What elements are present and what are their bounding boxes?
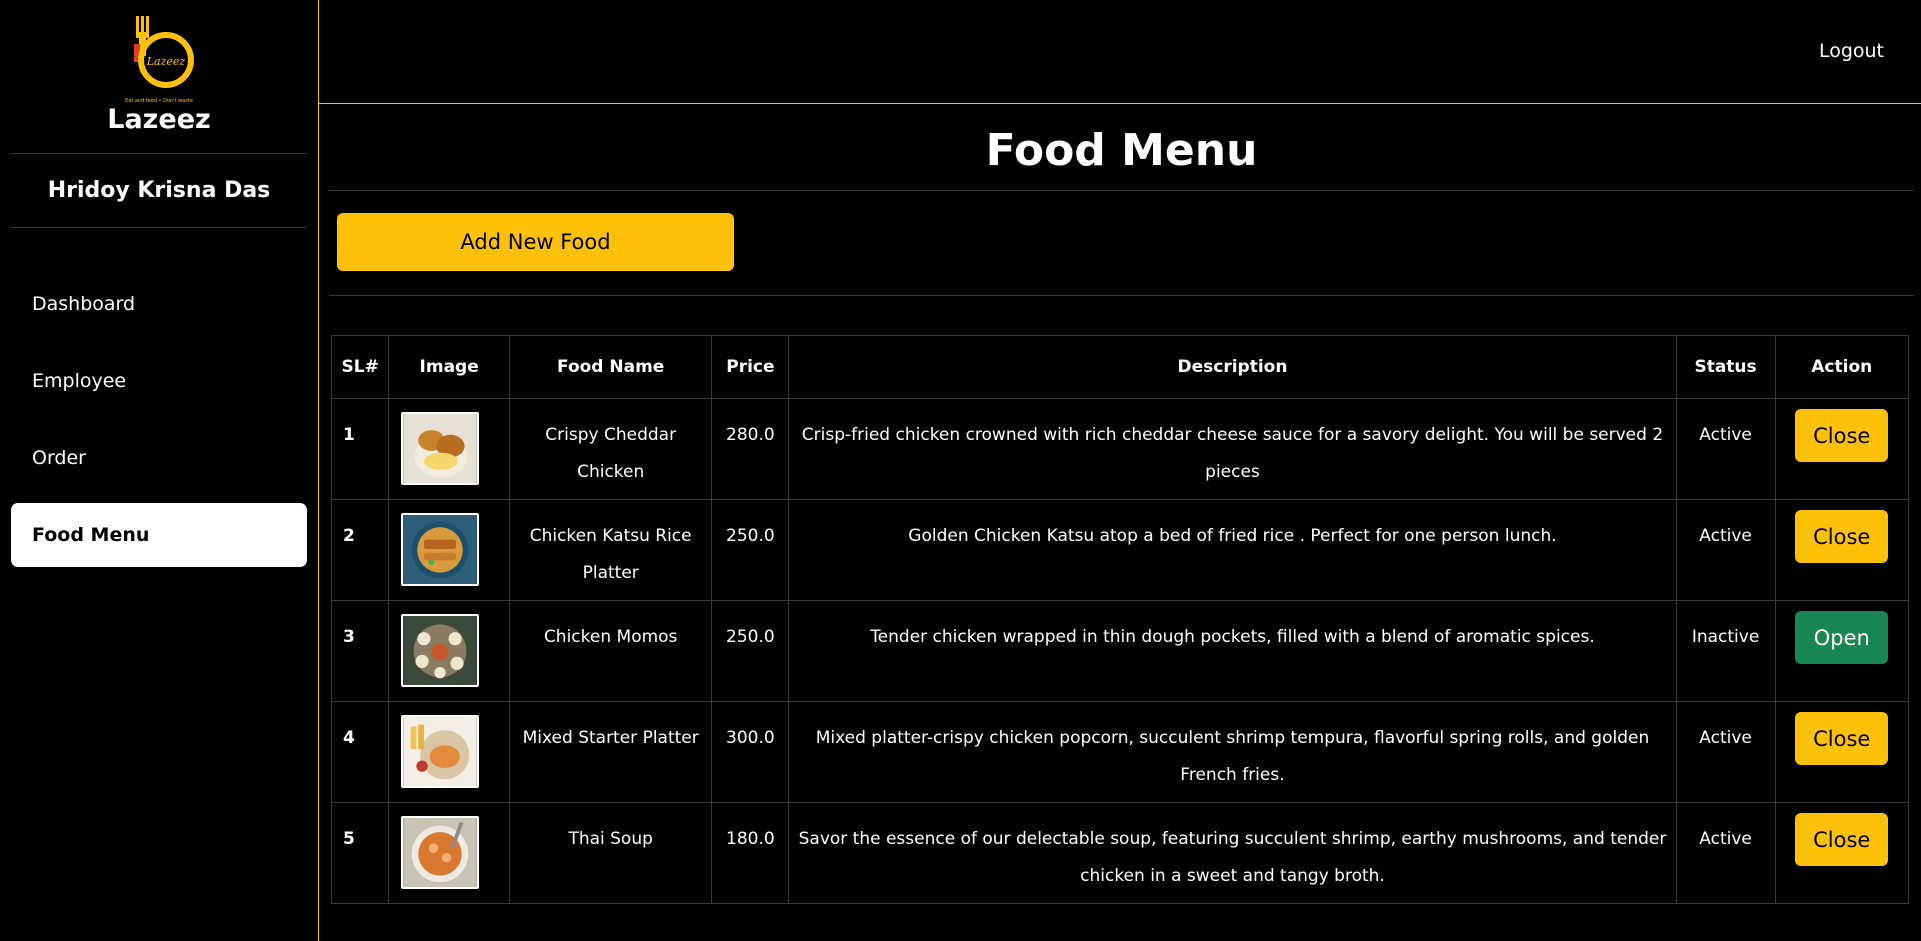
sidebar: Lazeez Eat and feed • Don't waste Lazeez… — [0, 0, 319, 941]
row-action-cell: Close — [1774, 802, 1910, 904]
row-food-name: Mixed Starter Platter — [508, 701, 713, 803]
row-image-cell — [388, 398, 510, 500]
row-description: Mixed platter-crispy chicken popcorn, su… — [788, 701, 1677, 803]
food-thumbnail-image — [401, 715, 480, 788]
brand: Lazeez Eat and feed • Don't waste Lazeez — [0, 0, 318, 153]
close-button[interactable]: Close — [1795, 510, 1889, 563]
row-description: Savor the essence of our delectable soup… — [788, 802, 1677, 904]
logout-link[interactable]: Logout — [1819, 40, 1884, 62]
brand-name: Lazeez — [107, 104, 211, 135]
row-status: Active — [1675, 802, 1776, 904]
row-image-cell — [388, 600, 510, 702]
row-price: 280.0 — [711, 398, 790, 500]
row-price: 300.0 — [711, 701, 790, 803]
row-price: 180.0 — [711, 802, 790, 904]
row-price: 250.0 — [711, 499, 790, 601]
table-header-row: SL# Image Food Name Price Description St… — [330, 335, 1910, 399]
row-price: 250.0 — [711, 600, 790, 702]
row-food-name: Chicken Momos — [508, 600, 713, 702]
food-thumbnail-image — [401, 412, 480, 485]
column-header-description: Description — [788, 335, 1677, 399]
row-action-cell: Close — [1774, 398, 1910, 500]
row-food-name: Crispy Cheddar Chicken — [508, 398, 713, 500]
row-food-name: Thai Soup — [508, 802, 713, 904]
food-menu-table: SL# Image Food Name Price Description St… — [330, 335, 1910, 904]
table-row: 2 Chicken Katsu Rice Platter 250.0 Golde… — [330, 499, 1910, 601]
row-description: Crisp-fried chicken crowned with rich ch… — [788, 398, 1677, 500]
toolbar: Add New Food — [329, 191, 1914, 296]
column-header-price: Price — [711, 335, 790, 399]
column-header-sl: SL# — [330, 335, 390, 399]
sidebar-item-order[interactable]: Order — [11, 426, 307, 490]
row-sl: 5 — [330, 802, 390, 904]
row-sl: 3 — [330, 600, 390, 702]
sidebar-item-dashboard[interactable]: Dashboard — [11, 272, 307, 336]
table-row: 5 Thai Soup 180.0 Savor the essence of o… — [330, 802, 1910, 904]
row-image-cell — [388, 802, 510, 904]
column-header-food-name: Food Name — [508, 335, 713, 399]
row-image-cell — [388, 701, 510, 803]
main-content: Food Menu Add New Food SL# Image Food Na… — [329, 104, 1914, 904]
close-button[interactable]: Close — [1795, 712, 1889, 765]
row-sl: 2 — [330, 499, 390, 601]
row-status: Inactive — [1675, 600, 1776, 702]
row-description: Tender chicken wrapped in thin dough poc… — [788, 600, 1677, 702]
sidebar-item-food-menu[interactable]: Food Menu — [11, 503, 307, 567]
column-header-status: Status — [1675, 335, 1776, 399]
lazeez-logo[interactable]: Lazeez Eat and feed • Don't waste — [114, 14, 204, 106]
add-new-food-button[interactable]: Add New Food — [337, 213, 734, 271]
open-button[interactable]: Open — [1795, 611, 1889, 664]
table-row: 1 Crispy Cheddar Chicken 280.0 Crisp-fri… — [330, 398, 1910, 500]
sidebar-item-employee[interactable]: Employee — [11, 349, 307, 413]
row-sl: 1 — [330, 398, 390, 500]
row-image-cell — [388, 499, 510, 601]
row-sl: 4 — [330, 701, 390, 803]
row-action-cell: Close — [1774, 499, 1910, 601]
page-title: Food Menu — [329, 104, 1914, 191]
row-status: Active — [1675, 701, 1776, 803]
row-food-name: Chicken Katsu Rice Platter — [508, 499, 713, 601]
row-status: Active — [1675, 398, 1776, 500]
food-thumbnail-image — [401, 816, 480, 889]
food-thumbnail-image — [401, 614, 480, 687]
close-button[interactable]: Close — [1795, 813, 1889, 866]
table-row: 3 Chicken Momos 250.0 Tender chicken wra… — [330, 600, 1910, 702]
divider — [11, 227, 307, 228]
column-header-image: Image — [388, 335, 510, 399]
svg-text:Lazeez: Lazeez — [146, 55, 186, 68]
row-status: Active — [1675, 499, 1776, 601]
column-header-action: Action — [1774, 335, 1910, 399]
table-row: 4 Mixed Starter Platter 300.0 Mixed plat… — [330, 701, 1910, 803]
sidebar-nav: Dashboard Employee Order Food Menu — [0, 272, 318, 567]
row-action-cell: Close — [1774, 701, 1910, 803]
row-description: Golden Chicken Katsu atop a bed of fried… — [788, 499, 1677, 601]
food-thumbnail-image — [401, 513, 480, 586]
top-bar: Logout — [319, 0, 1921, 104]
close-button[interactable]: Close — [1795, 409, 1889, 462]
row-action-cell: Open — [1774, 600, 1910, 702]
user-name: Hridoy Krisna Das — [47, 178, 271, 203]
